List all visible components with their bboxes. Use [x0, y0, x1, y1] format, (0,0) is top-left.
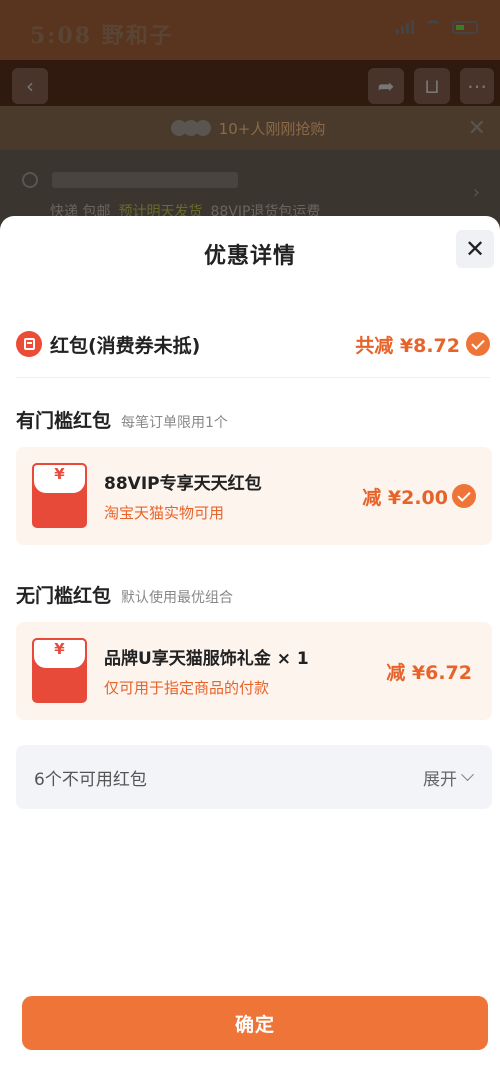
address-blurred: [52, 172, 238, 188]
status-bar: 5:08 野和子: [0, 0, 500, 60]
check-icon[interactable]: [466, 332, 490, 356]
close-icon[interactable]: ✕: [456, 230, 494, 268]
back-icon[interactable]: ‹: [12, 68, 48, 104]
card-desc: 仅可用于指定商品的付款: [104, 679, 270, 697]
avatars: [170, 120, 211, 136]
unavailable-label: 6个不可用红包: [34, 769, 147, 790]
confirm-button[interactable]: 确定: [22, 996, 488, 1050]
promo-banner: 10+人刚刚抢购: [0, 106, 500, 150]
redpacket-image-icon: ¥: [32, 638, 87, 703]
card-amount: 减 ¥6.72: [386, 662, 472, 684]
promo-close-icon[interactable]: ✕: [468, 116, 486, 141]
no-threshold-section-header: 无门槛红包 默认使用最优组合: [16, 581, 233, 608]
total-value: 共减 ¥8.72: [355, 334, 460, 357]
promo-text: 10+人刚刚抢购: [218, 119, 326, 138]
section-title: 有门槛红包: [16, 410, 112, 432]
chevron-down-icon: [461, 767, 474, 781]
chevron-right-icon: ›: [472, 182, 480, 203]
divider: [16, 377, 490, 378]
redpacket-image-icon: ¥: [32, 463, 87, 528]
threshold-section-header: 有门槛红包 每笔订单限用1个: [16, 406, 228, 433]
sheet-title: 优惠详情: [203, 244, 296, 269]
status-brand: 5:08 野和子: [30, 23, 174, 49]
wifi-icon: [424, 20, 442, 34]
check-icon[interactable]: [452, 484, 476, 508]
unavailable-redpackets-row[interactable]: 6个不可用红包 展开: [16, 745, 492, 809]
section-subtitle: 每笔订单限用1个: [121, 415, 228, 431]
discount-sheet: 优惠详情 ✕ 红包(消费券未抵) 共减 ¥8.72 有门槛红包 每笔订单限用1个…: [0, 216, 500, 1065]
total-label: 红包(消费券未抵): [50, 334, 201, 357]
share-icon[interactable]: ➦: [368, 68, 404, 104]
card-amount: 减 ¥2.00: [362, 487, 448, 509]
expand-button[interactable]: 展开: [423, 765, 474, 790]
background-page: 5:08 野和子 ‹ ➦ ⊔ ⋯ 10+人刚刚抢购 ✕ › 快递 包邮 预计明天…: [0, 0, 500, 230]
cart-icon[interactable]: ⊔: [414, 68, 450, 104]
redpacket-card-brand[interactable]: ¥ 品牌U享天猫服饰礼金 × 1 仅可用于指定商品的付款 减 ¥6.72: [16, 622, 492, 720]
location-icon: [22, 172, 38, 188]
section-title: 无门槛红包: [16, 585, 112, 607]
redpacket-icon: [16, 331, 42, 357]
card-title: 88VIP专享天天红包: [104, 474, 262, 494]
more-icon[interactable]: ⋯: [460, 68, 494, 104]
battery-icon: [452, 20, 478, 34]
background-panel: 10+人刚刚抢购 ✕ › 快递 包邮 预计明天发货 88VIP退货包运费: [0, 106, 500, 230]
signal-icon: [396, 20, 414, 34]
section-subtitle: 默认使用最优组合: [121, 590, 234, 606]
card-desc: 淘宝天猫实物可用: [104, 504, 225, 522]
redpacket-total-row[interactable]: 红包(消费券未抵) 共减 ¥8.72: [16, 324, 490, 364]
card-title: 品牌U享天猫服饰礼金 × 1: [104, 649, 309, 669]
redpacket-card-88vip[interactable]: ¥ 88VIP专享天天红包 淘宝天猫实物可用 减 ¥2.00: [16, 447, 492, 545]
